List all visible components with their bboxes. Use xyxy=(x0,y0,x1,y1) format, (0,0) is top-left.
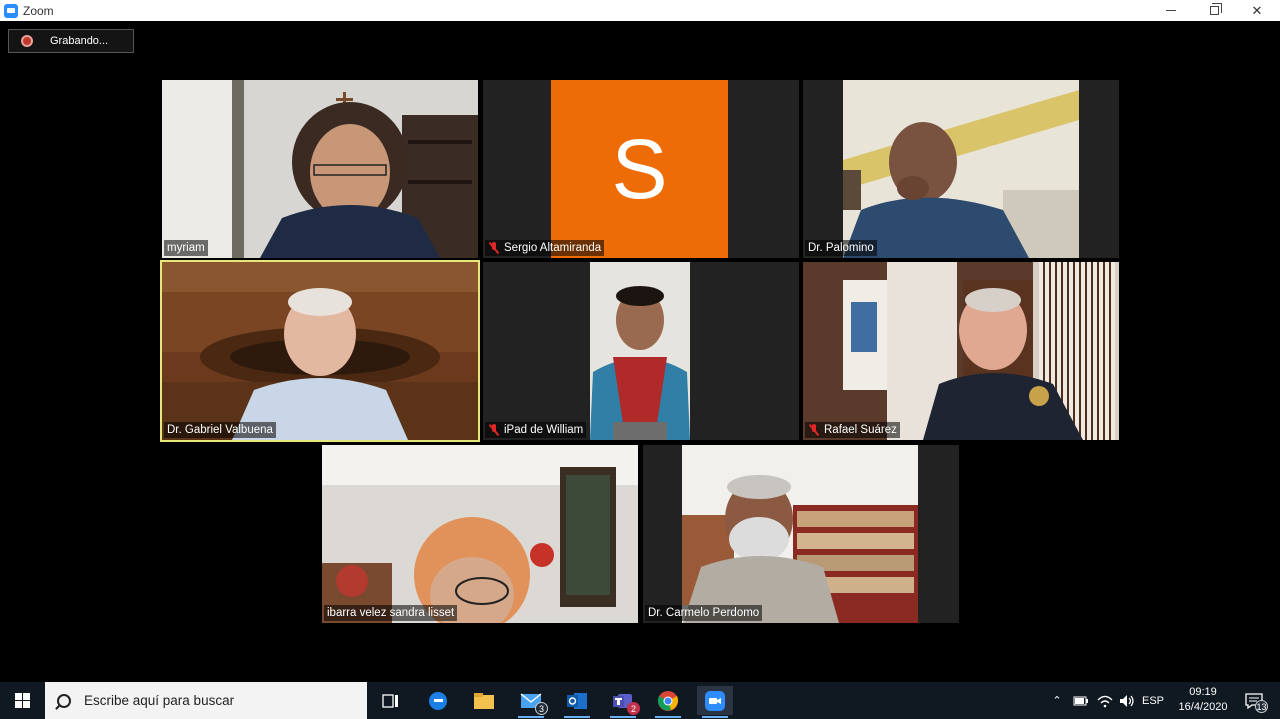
clock-date: 16/4/2020 xyxy=(1178,701,1228,713)
action-center-button[interactable]: 13 xyxy=(1238,682,1270,719)
recording-indicator[interactable]: Grabando... xyxy=(8,29,134,53)
zoom-taskbar-button[interactable] xyxy=(697,686,733,718)
participant-name-tag: ibarra velez sandra lisset xyxy=(324,605,458,621)
close-button[interactable]: ✕ xyxy=(1234,0,1280,21)
participant-name: iPad de William xyxy=(504,424,584,436)
chevron-up-icon: ⌃ xyxy=(1052,695,1062,707)
participant-video xyxy=(803,80,1119,258)
mail-button[interactable]: 3 xyxy=(516,686,548,718)
restore-icon xyxy=(1209,3,1222,15)
participant-name-tag: Dr. Carmelo Perdomo xyxy=(645,605,763,621)
start-button[interactable] xyxy=(0,682,45,719)
outlook-button[interactable] xyxy=(562,686,592,718)
show-hidden-icons-button[interactable]: ⌃ xyxy=(1048,682,1066,719)
running-indicator xyxy=(564,716,590,718)
zoom-app-icon xyxy=(4,3,18,18)
windows-logo-icon xyxy=(15,693,30,708)
participant-name-tag: iPad de William xyxy=(485,422,587,438)
video-tile-rafael-suarez[interactable]: Rafael Suárez xyxy=(803,262,1119,440)
recording-label: Grabando... xyxy=(50,35,109,47)
battery-icon xyxy=(1073,696,1088,705)
task-view-icon xyxy=(382,693,398,708)
video-tile-dr-gabriel-valbuena[interactable]: Dr. Gabriel Valbuena xyxy=(160,260,480,442)
task-view-button[interactable] xyxy=(376,686,406,715)
search-icon xyxy=(57,693,71,708)
input-language-indicator[interactable]: ESP xyxy=(1140,682,1166,719)
chrome-button[interactable] xyxy=(653,686,683,718)
participant-video xyxy=(162,262,478,440)
running-indicator xyxy=(610,716,636,718)
participant-name-tag: Rafael Suárez xyxy=(805,422,900,438)
restore-button[interactable] xyxy=(1191,0,1237,21)
minimize-button[interactable] xyxy=(1148,0,1194,21)
running-indicator xyxy=(655,716,681,718)
participant-name-tag: Dr. Palomino xyxy=(805,240,877,256)
participant-name-tag: Dr. Gabriel Valbuena xyxy=(164,422,276,438)
video-tile-dr-carmelo-perdomo[interactable]: Dr. Carmelo Perdomo xyxy=(643,445,959,623)
network-status[interactable] xyxy=(1094,682,1116,719)
video-tile-sergio-altamiranda[interactable]: S Sergio Altamiranda xyxy=(483,80,799,258)
participant-name: Dr. Gabriel Valbuena xyxy=(167,424,273,436)
running-indicator xyxy=(702,716,728,718)
participant-video xyxy=(803,262,1119,440)
record-dot-icon xyxy=(21,35,33,47)
edge-browser-button[interactable] xyxy=(423,686,453,715)
volume-control[interactable] xyxy=(1116,682,1138,719)
folder-icon xyxy=(474,692,494,709)
participant-video xyxy=(162,80,478,258)
running-indicator xyxy=(518,716,544,718)
participant-name: Rafael Suárez xyxy=(824,424,897,436)
mail-unread-badge: 3 xyxy=(535,702,548,715)
taskbar-search-box[interactable]: Escribe aquí para buscar xyxy=(45,682,367,719)
file-explorer-button[interactable] xyxy=(469,686,499,715)
participant-video xyxy=(483,262,799,440)
mic-muted-icon xyxy=(808,424,820,436)
close-icon: ✕ xyxy=(1251,2,1263,18)
wifi-icon xyxy=(1097,695,1113,707)
windows-taskbar: Escribe aquí para buscar 3 2 ⌃ ESP 09:19… xyxy=(0,682,1280,719)
participant-name: Dr. Carmelo Perdomo xyxy=(648,607,760,619)
participant-name: Sergio Altamiranda xyxy=(504,242,602,254)
mic-muted-icon xyxy=(488,424,500,436)
notifications-count-badge: 13 xyxy=(1255,700,1268,713)
participant-name: ibarra velez sandra lisset xyxy=(327,607,455,619)
teams-notification-badge: 2 xyxy=(627,702,640,715)
participant-video xyxy=(643,445,959,623)
zoom-icon xyxy=(705,690,725,711)
edge-icon xyxy=(429,691,447,710)
video-tile-ipad-de-william[interactable]: iPad de William xyxy=(483,262,799,440)
video-tile-ibarra-velez-sandra-lisset[interactable]: ibarra velez sandra lisset xyxy=(322,445,638,623)
participant-name-tag: myriam xyxy=(164,240,208,256)
window-title: Zoom xyxy=(23,3,54,18)
participant-name-tag: Sergio Altamiranda xyxy=(485,240,605,256)
chrome-icon xyxy=(657,690,679,711)
participant-name: myriam xyxy=(167,242,205,254)
clock-time: 09:19 xyxy=(1189,686,1217,698)
window-title-bar: Zoom ✕ xyxy=(0,0,1280,21)
mic-muted-icon xyxy=(488,242,500,254)
taskbar-clock[interactable]: 09:19 16/4/2020 xyxy=(1170,685,1236,715)
search-placeholder: Escribe aquí para buscar xyxy=(84,693,235,708)
speaker-icon xyxy=(1120,694,1134,707)
teams-button[interactable]: 2 xyxy=(608,686,640,718)
minimize-icon xyxy=(1166,10,1176,11)
avatar: S xyxy=(551,80,728,258)
outlook-icon xyxy=(567,692,587,709)
participant-name: Dr. Palomino xyxy=(808,242,874,254)
battery-status[interactable] xyxy=(1070,682,1092,719)
participant-video xyxy=(322,445,638,623)
video-tile-dr-palomino[interactable]: Dr. Palomino xyxy=(803,80,1119,258)
video-tile-myriam[interactable]: myriam xyxy=(162,80,478,258)
